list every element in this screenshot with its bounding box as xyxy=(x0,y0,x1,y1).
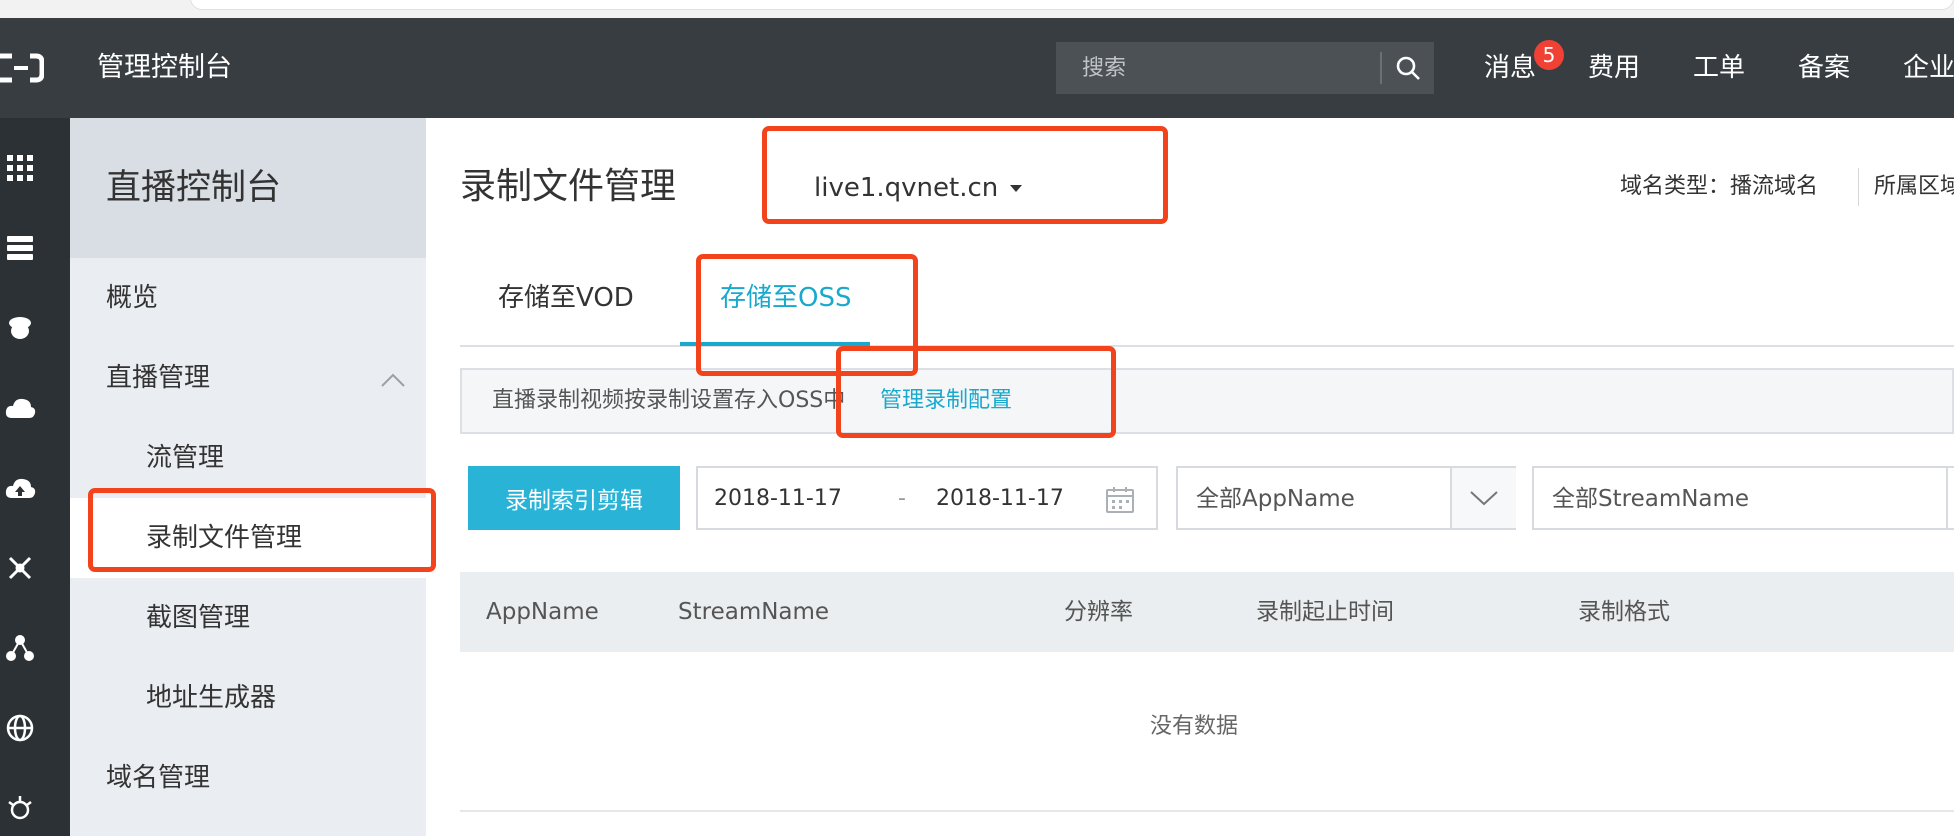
cloud-upload-icon xyxy=(5,478,36,498)
network-product-button[interactable] xyxy=(0,548,40,588)
cdn-product-button[interactable] xyxy=(0,708,40,748)
date-separator: - xyxy=(898,486,906,511)
nav-icp-filing[interactable]: 备案 xyxy=(1798,48,1850,88)
active-tab-indicator xyxy=(680,342,870,346)
aliyun-logo-icon[interactable] xyxy=(0,50,44,86)
console-title[interactable]: 管理控制台 xyxy=(97,50,232,86)
appname-select-value: 全部AppName xyxy=(1196,486,1355,512)
calendar-icon[interactable] xyxy=(1104,484,1136,516)
page-title: 录制文件管理 xyxy=(460,166,677,207)
product-icon-bar xyxy=(0,118,70,836)
sidebar-item-recording-files[interactable]: 录制文件管理 xyxy=(70,498,426,578)
caret-down-icon xyxy=(1010,185,1023,192)
streamname-select[interactable]: 全部StreamName xyxy=(1532,466,1954,530)
header-divider xyxy=(1858,168,1859,206)
notice-text: 直播录制视频按录制设置存入OSS中 xyxy=(492,388,846,413)
sidebar-item-live-management[interactable]: 直播管理 xyxy=(70,338,426,418)
database-product-button[interactable] xyxy=(0,308,40,348)
sidebar-item-label: 录制文件管理 xyxy=(146,523,303,553)
column-header-resolution: 分辨率 xyxy=(1064,599,1133,625)
streamname-select-divider xyxy=(1946,468,1948,530)
cloud-gear-icon xyxy=(8,796,32,820)
topology-icon xyxy=(6,635,34,661)
tab-store-to-oss[interactable]: 存储至OSS xyxy=(720,280,851,346)
topology-product-button[interactable] xyxy=(0,628,40,668)
sidebar-item-label: 截图管理 xyxy=(146,603,251,633)
cloud-storage-button[interactable] xyxy=(0,388,40,428)
sidebar-item-url-generator[interactable]: 地址生成器 xyxy=(70,658,426,738)
search-box xyxy=(1056,42,1434,94)
column-header-streamname: StreamName xyxy=(678,599,830,625)
chevron-down-icon xyxy=(1470,491,1498,506)
sidebar-item-label: 域名管理 xyxy=(106,763,211,793)
domain-selector[interactable]: live1.qvnet.cn xyxy=(814,170,1023,206)
search-input[interactable] xyxy=(1056,42,1381,94)
info-notice: 直播录制视频按录制设置存入OSS中 管理录制配置 xyxy=(460,368,1954,434)
sidebar-header: 直播控制台 xyxy=(70,118,426,258)
nav-billing[interactable]: 费用 xyxy=(1588,48,1640,88)
sidebar-item-domain-management[interactable]: 域名管理 xyxy=(70,738,426,818)
cloud-icon xyxy=(5,398,36,418)
all-products-button[interactable] xyxy=(0,148,40,188)
sidebar-item-label: 流管理 xyxy=(146,443,225,473)
table-bottom-border xyxy=(460,810,1954,812)
live-console-sidebar: 直播控制台 概览 直播管理 流管理 录制文件管理 截图管理 地址生成器 域名管理 xyxy=(70,118,426,836)
table-header: AppName StreamName 分辨率 录制起止时间 录制格式 xyxy=(460,572,1954,652)
settings-product-button[interactable] xyxy=(0,788,40,828)
date-range-picker[interactable]: 2018-11-17 - 2018-11-17 xyxy=(696,466,1158,530)
sidebar-item-overview[interactable]: 概览 xyxy=(70,258,426,338)
nav-messages[interactable]: 消息 xyxy=(1484,48,1536,88)
server-icon xyxy=(7,236,33,260)
grid-icon xyxy=(7,155,33,181)
browser-address-bar[interactable] xyxy=(190,0,1954,10)
nav-tickets[interactable]: 工单 xyxy=(1693,48,1745,88)
streamname-select-value: 全部StreamName xyxy=(1552,486,1750,512)
top-navigation-bar: 管理控制台 消息 5 费用 工单 备案 企业 xyxy=(0,18,1954,118)
appname-dropdown-toggle[interactable] xyxy=(1450,468,1516,528)
appname-select[interactable]: 全部AppName xyxy=(1176,466,1516,530)
browser-address-strip xyxy=(0,0,1954,18)
nav-enterprise[interactable]: 企业 xyxy=(1903,48,1954,88)
sidebar-item-label: 直播管理 xyxy=(106,363,211,393)
column-header-recording-format: 录制格式 xyxy=(1578,599,1670,625)
start-date[interactable]: 2018-11-17 xyxy=(714,482,842,516)
end-date[interactable]: 2018-11-17 xyxy=(936,482,1064,516)
domain-type-label: 域名类型：播流域名 xyxy=(1620,174,1819,199)
server-product-button[interactable] xyxy=(0,228,40,268)
search-button[interactable] xyxy=(1382,42,1434,94)
chevron-up-icon xyxy=(381,373,405,387)
sidebar-title: 直播控制台 xyxy=(106,168,282,208)
globe-icon xyxy=(6,714,34,742)
column-header-recording-time: 录制起止时间 xyxy=(1256,599,1394,625)
tab-store-to-vod[interactable]: 存储至VOD xyxy=(498,280,634,346)
network-icon xyxy=(8,556,32,580)
region-label: 所属区域 xyxy=(1874,174,1954,199)
sidebar-item-stream-management[interactable]: 流管理 xyxy=(70,418,426,498)
sidebar-item-label: 地址生成器 xyxy=(146,683,277,713)
column-header-appname: AppName xyxy=(486,599,599,625)
domain-value: live1.qvnet.cn xyxy=(814,173,999,203)
sidebar-item-label: 概览 xyxy=(106,283,159,313)
recording-index-clip-button[interactable]: 录制索引剪辑 xyxy=(468,466,680,530)
cloud-upload-button[interactable] xyxy=(0,468,40,508)
sidebar-item-snapshot-management[interactable]: 截图管理 xyxy=(70,578,426,658)
table-empty-message: 没有数据 xyxy=(1149,714,1238,739)
message-count-badge: 5 xyxy=(1534,40,1564,70)
manage-recording-config-link[interactable]: 管理录制配置 xyxy=(880,384,1012,418)
main-content: 录制文件管理 live1.qvnet.cn 域名类型：播流域名 所属区域 存储至… xyxy=(426,118,1954,836)
database-icon xyxy=(9,317,31,339)
search-icon xyxy=(1396,56,1420,80)
